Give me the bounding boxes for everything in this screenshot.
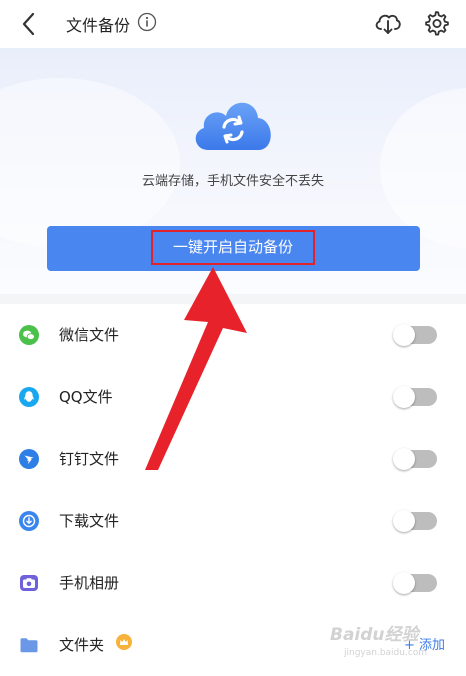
list-item-photos[interactable]: 手机相册: [0, 552, 466, 614]
crown-icon: [116, 634, 132, 650]
camera-icon: [20, 575, 38, 591]
qq-backup-toggle[interactable]: [393, 386, 437, 408]
list-item-label: 文件夹: [59, 636, 105, 654]
hero-subtitle: 云端存储，手机文件安全不丢失: [141, 174, 324, 189]
toggle-knob: [393, 510, 415, 532]
hero-decoration: [0, 78, 180, 248]
section-divider: [0, 294, 466, 304]
top-bar: 文件备份: [0, 0, 466, 48]
toggle-knob: [393, 324, 415, 346]
watermark-text: Baidu经验: [330, 625, 419, 645]
photos-backup-toggle[interactable]: [393, 572, 437, 594]
toggle-knob: [393, 572, 415, 594]
backup-hero: 云端存储，手机文件安全不丢失 一键开启自动备份: [0, 48, 466, 294]
list-item-label: 下载文件: [59, 512, 120, 530]
list-item-label: 手机相册: [59, 574, 120, 592]
list-item-qq[interactable]: QQ文件: [0, 366, 466, 428]
list-item-wechat[interactable]: 微信文件: [0, 304, 466, 366]
list-item-downloads[interactable]: 下载文件: [0, 490, 466, 552]
watermark-subtext: jingyan.baidu.com: [344, 648, 428, 658]
folder-icon: [20, 638, 38, 653]
enable-auto-backup-label: 一键开启自动备份: [151, 230, 315, 265]
enable-auto-backup-button[interactable]: 一键开启自动备份: [47, 226, 420, 271]
dingtalk-backup-toggle[interactable]: [393, 448, 437, 470]
gear-icon[interactable]: [422, 9, 450, 37]
wechat-icon: [19, 325, 39, 345]
dingtalk-icon: [19, 449, 39, 469]
cloud-sync-icon: [195, 102, 271, 150]
page-title: 文件备份: [66, 16, 131, 35]
list-item-label: QQ文件: [59, 388, 113, 406]
wechat-backup-toggle[interactable]: [393, 324, 437, 346]
watermark: Baidu经验 jingyan.baidu.com: [330, 620, 460, 666]
cloud-download-icon[interactable]: [373, 9, 403, 37]
hero-decoration: [380, 88, 466, 248]
list-item-dingtalk[interactable]: 钉钉文件: [0, 428, 466, 490]
qq-icon: [19, 387, 39, 407]
list-item-label: 微信文件: [59, 326, 120, 344]
list-item-label: 钉钉文件: [59, 450, 120, 468]
toggle-knob: [393, 448, 415, 470]
chevron-left-icon[interactable]: [14, 10, 44, 38]
info-icon[interactable]: [137, 12, 157, 32]
downloads-backup-toggle[interactable]: [393, 510, 437, 532]
toggle-knob: [393, 386, 415, 408]
download-icon: [19, 511, 39, 531]
